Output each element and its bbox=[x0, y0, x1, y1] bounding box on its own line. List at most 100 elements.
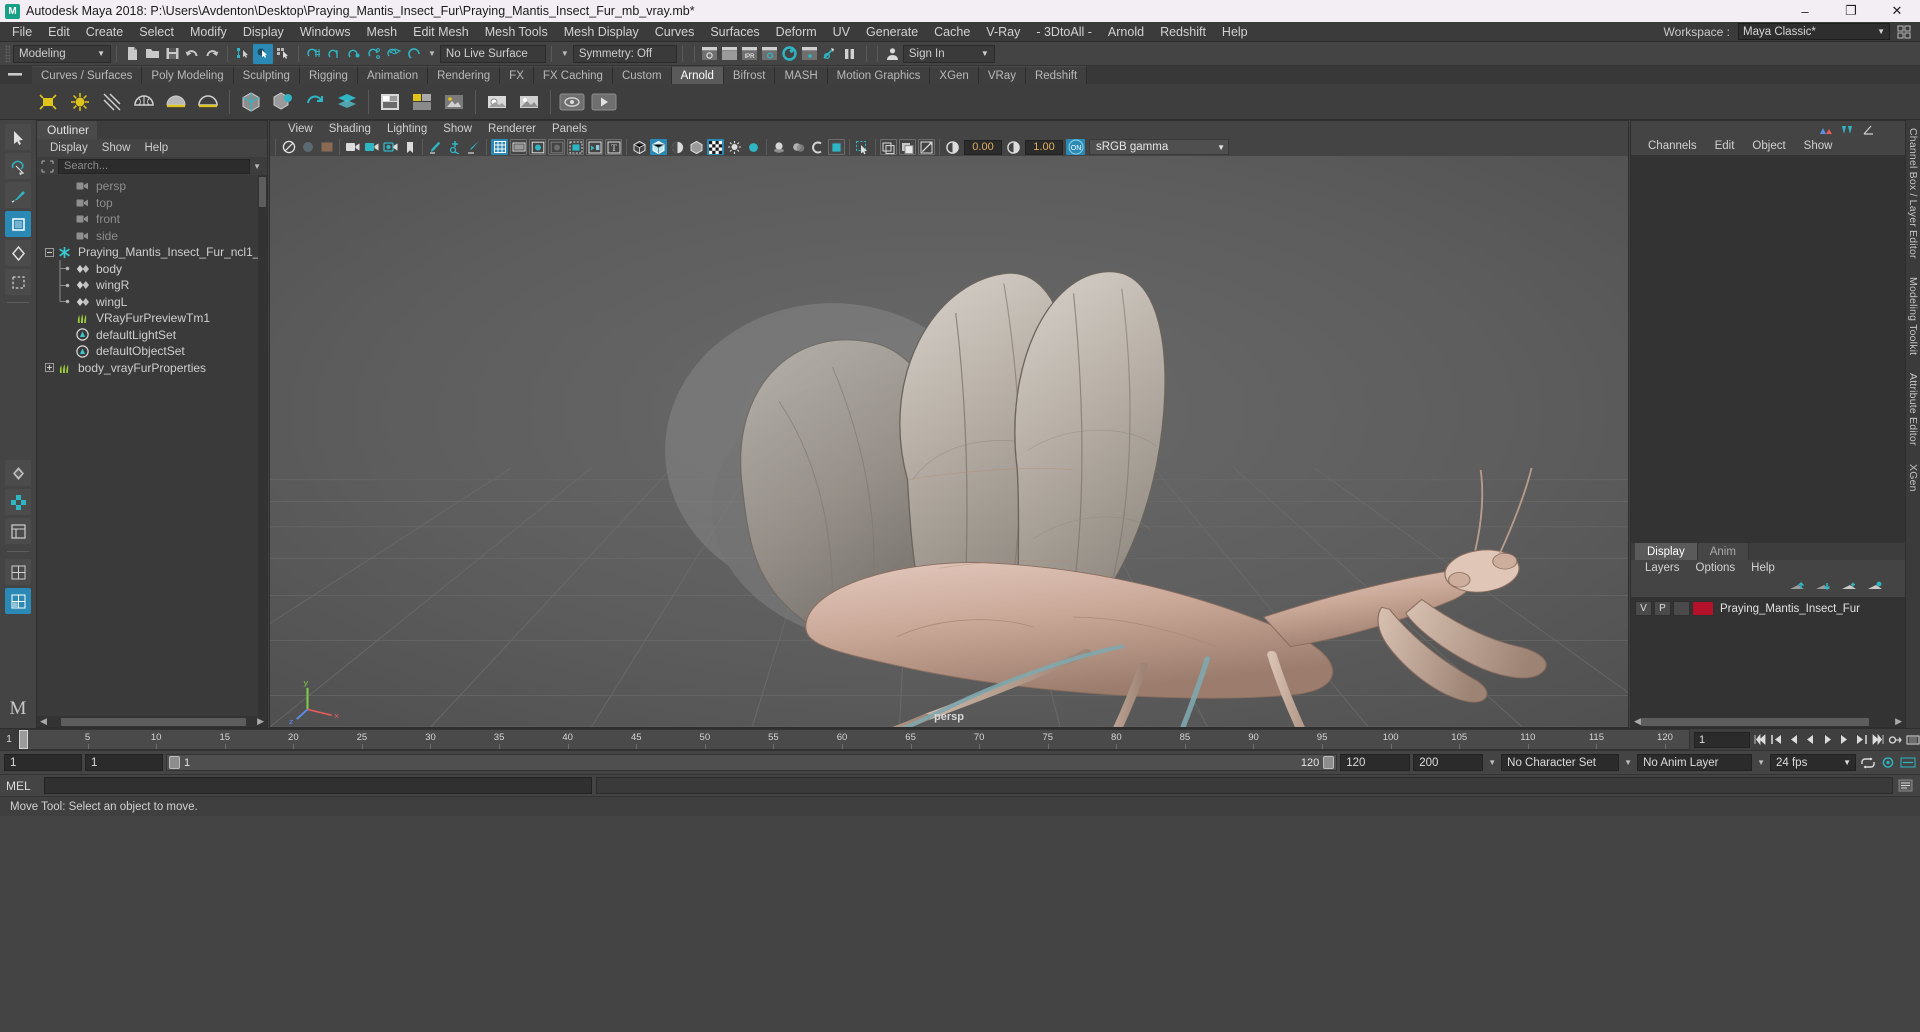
snap-magnet-tool[interactable] bbox=[5, 460, 31, 486]
gamma-icon[interactable] bbox=[1005, 139, 1022, 155]
menu-item-mesh-tools[interactable]: Mesh Tools bbox=[477, 22, 556, 42]
shelf-tab-rendering[interactable]: Rendering bbox=[428, 66, 501, 84]
range-max-field[interactable]: 200 bbox=[1413, 754, 1484, 771]
shelf-tab-vray[interactable]: VRay bbox=[978, 66, 1026, 84]
command-output[interactable] bbox=[596, 777, 1893, 794]
textured-shade-icon[interactable] bbox=[707, 139, 724, 155]
range-start-field-2[interactable]: 1 bbox=[85, 754, 163, 771]
outliner-item-wingr[interactable]: wingR bbox=[37, 276, 267, 294]
arnold-show-hide-icon[interactable] bbox=[558, 88, 586, 116]
outliner-menu-show[interactable]: Show bbox=[95, 139, 138, 157]
arnold-standin-icon[interactable] bbox=[237, 88, 265, 116]
undo-icon[interactable] bbox=[182, 44, 202, 64]
pause-render-icon[interactable] bbox=[840, 44, 860, 64]
outliner-item-side[interactable]: side bbox=[37, 228, 267, 245]
outliner-tab[interactable]: Outliner bbox=[37, 121, 97, 139]
open-scene-icon[interactable] bbox=[142, 44, 162, 64]
shelf-tab-curves-surfaces[interactable]: Curves / Surfaces bbox=[32, 66, 143, 84]
current-time-field[interactable]: 1 bbox=[1694, 731, 1750, 748]
grid-toggle-icon[interactable] bbox=[491, 139, 508, 155]
outliner-item-persp[interactable]: persp bbox=[37, 178, 267, 195]
step-forward-key-icon[interactable] bbox=[1854, 732, 1869, 748]
add-keyframe-icon[interactable] bbox=[446, 139, 463, 155]
layer-editor-tab-anim[interactable]: Anim bbox=[1697, 543, 1749, 560]
shade-wireframe-icon[interactable] bbox=[669, 139, 686, 155]
go-to-end-icon[interactable] bbox=[1871, 732, 1886, 748]
command-language-label[interactable]: MEL bbox=[6, 779, 40, 793]
menu-item-modify[interactable]: Modify bbox=[182, 22, 235, 42]
arnold-stack-icon[interactable] bbox=[333, 88, 361, 116]
shelf-tab-xgen[interactable]: XGen bbox=[930, 66, 979, 84]
screen-space-ao-icon[interactable] bbox=[828, 139, 845, 155]
layer-new-icon[interactable] bbox=[1841, 581, 1857, 593]
layer-editor-menu-help[interactable]: Help bbox=[1743, 560, 1783, 577]
snap-curve-icon[interactable] bbox=[324, 44, 344, 64]
outliner-horizontal-scrollbar[interactable]: ◀ ▶ bbox=[37, 716, 267, 727]
menu-item-v-ray[interactable]: V-Ray bbox=[978, 22, 1028, 42]
rotate-tool[interactable] bbox=[5, 240, 31, 266]
menu-item-generate[interactable]: Generate bbox=[858, 22, 926, 42]
symmetry-field[interactable]: Symmetry: Off bbox=[572, 44, 677, 63]
bookmark-icon[interactable] bbox=[401, 139, 418, 155]
menu-item-curves[interactable]: Curves bbox=[647, 22, 703, 42]
sign-in-avatar-icon[interactable] bbox=[883, 44, 903, 64]
layer-move-down-icon[interactable] bbox=[1815, 581, 1831, 593]
outliner-tree[interactable]: persp top front side Praying_Mantis_Insect_F… bbox=[37, 175, 267, 716]
render-sequence-icon[interactable] bbox=[720, 44, 740, 64]
viewport-3d[interactable]: y x z persp bbox=[270, 156, 1628, 727]
menu-set-combo[interactable]: Modeling ▼ bbox=[13, 44, 111, 63]
viewport-menu-panels[interactable]: Panels bbox=[544, 121, 595, 138]
layer-state-toggle[interactable] bbox=[1673, 601, 1690, 616]
layer-editor-tab-display[interactable]: Display bbox=[1635, 543, 1698, 560]
outliner-item-defaultlightset[interactable]: defaultLightSet bbox=[37, 327, 267, 344]
snap-view-plane-icon[interactable] bbox=[384, 44, 404, 64]
color-management-combo[interactable]: sRGB gamma ▼ bbox=[1089, 139, 1229, 155]
side-tab-modeling-toolkit[interactable]: Modeling Toolkit bbox=[1907, 277, 1919, 355]
animation-settings-icon[interactable] bbox=[1899, 755, 1916, 771]
arnold-play-icon[interactable] bbox=[590, 88, 618, 116]
menu-item-edit[interactable]: Edit bbox=[40, 22, 78, 42]
viewport-menu-lighting[interactable]: Lighting bbox=[379, 121, 435, 138]
script-editor-icon[interactable] bbox=[1897, 778, 1914, 794]
shelf-tab-animation[interactable]: Animation bbox=[357, 66, 429, 84]
camera-icon[interactable] bbox=[344, 139, 361, 155]
menu-item-file[interactable]: File bbox=[4, 22, 40, 42]
outliner-item-top[interactable]: top bbox=[37, 195, 267, 212]
play-backwards-icon[interactable] bbox=[1803, 732, 1818, 748]
shelf-tab-sculpting[interactable]: Sculpting bbox=[233, 66, 300, 84]
motion-blur-icon[interactable] bbox=[809, 139, 826, 155]
smooth-shade-icon[interactable] bbox=[650, 139, 667, 155]
shelf-tab-bifrost[interactable]: Bifrost bbox=[723, 66, 776, 84]
outliner-menu-help[interactable]: Help bbox=[138, 139, 176, 157]
move-tool[interactable] bbox=[5, 211, 31, 237]
range-end-field[interactable]: 120 bbox=[1340, 754, 1411, 771]
sign-in-combo[interactable]: Sign In ▼ bbox=[902, 44, 995, 63]
outliner-item-vrayfurpreviewtm1[interactable]: VRayFurPreviewTm1 bbox=[37, 310, 267, 327]
lasso-tool[interactable] bbox=[5, 153, 31, 179]
select-object-icon[interactable] bbox=[253, 43, 273, 64]
menu-item-select[interactable]: Select bbox=[131, 22, 182, 42]
shelf-tab-motion-graphics[interactable]: Motion Graphics bbox=[827, 66, 931, 84]
shelf-tab-rigging[interactable]: Rigging bbox=[299, 66, 358, 84]
arnold-bucket-icon[interactable] bbox=[408, 88, 436, 116]
outliner-menu-display[interactable]: Display bbox=[43, 139, 95, 157]
shelf-editor-icon[interactable] bbox=[0, 66, 32, 84]
menu-item-deform[interactable]: Deform bbox=[768, 22, 825, 42]
paint-select-tool[interactable] bbox=[5, 182, 31, 208]
paint-stroke-icon[interactable] bbox=[465, 139, 482, 155]
film-gate-icon[interactable] bbox=[510, 139, 527, 155]
shadows-icon[interactable] bbox=[771, 139, 788, 155]
character-set-field[interactable]: No Character Set bbox=[1501, 754, 1620, 771]
shelf-tab-arnold[interactable]: Arnold bbox=[671, 66, 724, 84]
menu-item-arnold[interactable]: Arnold bbox=[1100, 22, 1152, 42]
select-camera-icon[interactable] bbox=[280, 139, 297, 155]
save-scene-icon[interactable] bbox=[162, 44, 182, 64]
field-chart-icon[interactable] bbox=[548, 139, 565, 155]
layer-list[interactable]: V P Praying_Mantis_Insect_Fur bbox=[1631, 597, 1905, 716]
arnold-render-view-icon[interactable] bbox=[376, 88, 404, 116]
step-back-frame-icon[interactable] bbox=[1786, 732, 1801, 748]
search-chevron-icon[interactable]: ▼ bbox=[253, 162, 265, 171]
camera-lock-icon[interactable] bbox=[363, 139, 380, 155]
wireframe-shading-icon[interactable] bbox=[631, 139, 648, 155]
step-forward-frame-icon[interactable] bbox=[1837, 732, 1852, 748]
